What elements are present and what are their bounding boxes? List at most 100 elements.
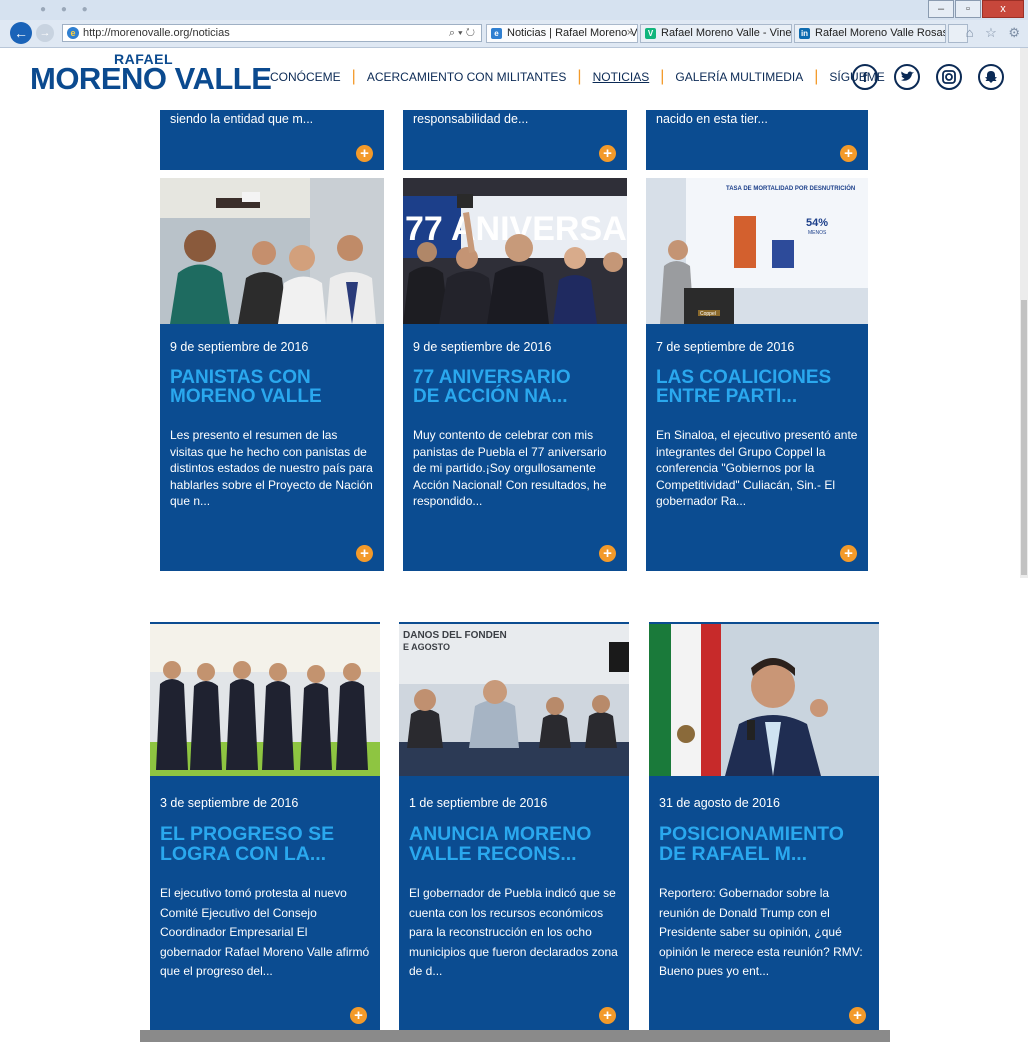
menu-separator: |	[660, 68, 665, 85]
linkedin-icon: in	[799, 28, 810, 39]
card-title-line: DE ACCIÓN NA...	[413, 386, 568, 407]
news-photo-anniversary[interactable]: 77 ANIVERSARIO	[403, 178, 627, 324]
main-menu: CONÓCEME | ACERCAMIENTO CON MILITANTES |…	[270, 68, 885, 85]
plus-icon[interactable]: +	[350, 1007, 367, 1024]
facebook-icon[interactable]: f	[852, 64, 878, 90]
card-title[interactable]: EL PROGRESO SE LOGRA CON LA...	[160, 824, 372, 864]
card-excerpt: nacido en esta tier...	[656, 112, 768, 126]
screenshot-gap	[0, 578, 1028, 618]
card-excerpt: responsabilidad de...	[413, 112, 529, 126]
news-photo-governor[interactable]	[649, 624, 879, 776]
card-excerpt: Reportero: Gobernador sobre la reunión d…	[659, 886, 863, 978]
plus-icon[interactable]: +	[840, 145, 857, 162]
plus-icon[interactable]: +	[849, 1007, 866, 1024]
ie-icon: e	[67, 27, 79, 39]
card-title-line: 77 ANIVERSARIO	[413, 367, 571, 388]
news-photo-selfie[interactable]	[160, 178, 384, 324]
news-card[interactable]: 31 de agosto de 2016 POSICIONAMIENTO DE …	[649, 622, 879, 1042]
card-excerpt: siendo la entidad que m...	[170, 112, 314, 126]
scrollbar-thumb[interactable]	[1021, 300, 1027, 575]
tab-linkedin[interactable]: in Rafael Moreno Valle Rosas | S...	[794, 24, 946, 43]
plus-icon[interactable]: +	[840, 545, 857, 562]
quick-access-icons: ● ● ●	[40, 4, 94, 15]
browser-chrome: ● ● ● – ▫ x ← → e http://morenovalle.org…	[0, 0, 1028, 48]
banner-text: DANOS DEL FONDEN	[403, 630, 507, 641]
card-date: 1 de septiembre de 2016	[409, 796, 548, 810]
address-bar[interactable]: e http://morenovalle.org/noticias ⌕ ▾ ↻	[62, 24, 482, 42]
plus-icon[interactable]: +	[356, 145, 373, 162]
window-controls: – ▫ x	[927, 0, 1024, 18]
site-header: RAFAEL MORENO VALLE CONÓCEME | ACERCAMIE…	[0, 48, 1028, 115]
plus-icon[interactable]: +	[599, 145, 616, 162]
minimize-button[interactable]: –	[928, 0, 954, 18]
home-favorites-settings-icons[interactable]: ⌂ ☆ ⚙	[966, 25, 1024, 41]
tab-label: Noticias | Rafael Moreno V...	[507, 27, 638, 39]
instagram-icon[interactable]	[936, 64, 962, 90]
menu-item-conoceme[interactable]: CONÓCEME	[270, 70, 341, 84]
slide-title: TASA DE MORTALIDAD POR DESNUTRICIÓN	[726, 184, 855, 192]
card-title-line: PANISTAS CON	[170, 367, 311, 388]
menu-item-galeria[interactable]: GALERÍA MULTIMEDIA	[675, 70, 803, 84]
ie-tab-icon: e	[491, 28, 502, 39]
news-photo-meeting[interactable]: DANOS DEL FONDEN E AGOSTO	[399, 624, 629, 776]
card-title[interactable]: LAS COALICIONES ENTRE PARTI...	[656, 368, 860, 406]
plus-icon[interactable]: +	[356, 545, 373, 562]
news-card[interactable]: 3 de septiembre de 2016 EL PROGRESO SE L…	[150, 622, 380, 1042]
news-card-partial[interactable]: nacido en esta tier... +	[646, 110, 868, 170]
card-excerpt: Les presento el resumen de las visitas q…	[170, 428, 373, 508]
news-card[interactable]: 9 de septiembre de 2016 PANISTAS CON MOR…	[160, 178, 384, 571]
navigation-row: ← → e http://morenovalle.org/noticias ⌕ …	[0, 21, 1028, 46]
card-title-line: LOGRA CON LA...	[160, 843, 327, 865]
news-photo-group[interactable]	[150, 624, 380, 776]
back-button[interactable]: ←	[10, 22, 32, 44]
card-title[interactable]: ANUNCIA MORENO VALLE RECONS...	[409, 824, 621, 864]
forward-button[interactable]: →	[36, 24, 54, 42]
card-title-line: EL PROGRESO SE	[160, 823, 335, 845]
vine-icon: V	[645, 28, 656, 39]
maximize-button[interactable]: ▫	[955, 0, 981, 18]
twitter-icon[interactable]	[894, 64, 920, 90]
card-excerpt: El gobernador de Puebla indicó que se cu…	[409, 886, 618, 978]
menu-item-acercamiento[interactable]: ACERCAMIENTO CON MILITANTES	[367, 70, 567, 84]
card-date: 31 de agosto de 2016	[659, 796, 780, 810]
news-card[interactable]: TASA DE MORTALIDAD POR DESNUTRICIÓN 54% …	[646, 178, 868, 571]
card-title-line: DE RAFAEL M...	[659, 843, 808, 865]
news-card[interactable]: DANOS DEL FONDEN E AGOSTO 1 de septiembr…	[399, 622, 629, 1042]
news-card-partial[interactable]: responsabilidad de... +	[403, 110, 627, 170]
plus-icon[interactable]: +	[599, 1007, 616, 1024]
slide-stat: 54%	[806, 217, 828, 229]
news-card[interactable]: 77 ANIVERSARIO 9 de septiembre de 2016 7…	[403, 178, 627, 571]
snapchat-icon[interactable]	[978, 64, 1004, 90]
tab-noticias[interactable]: e Noticias | Rafael Moreno V... ×	[486, 24, 638, 43]
close-tab-icon[interactable]: ×	[627, 25, 633, 42]
close-window-button[interactable]: x	[982, 0, 1024, 18]
tab-label: Rafael Moreno Valle Rosas | S...	[815, 27, 946, 39]
card-date: 7 de septiembre de 2016	[656, 340, 795, 354]
search-refresh-icons[interactable]: ⌕ ▾ ↻	[449, 25, 475, 41]
tab-label: Rafael Moreno Valle - Vine	[661, 27, 792, 39]
menu-separator: |	[577, 68, 582, 85]
plus-icon[interactable]: +	[599, 545, 616, 562]
card-date: 3 de septiembre de 2016	[160, 796, 299, 810]
slide-stat-label: MENOS	[808, 230, 827, 236]
card-title[interactable]: POSICIONAMIENTO DE RAFAEL M...	[659, 824, 871, 864]
card-title-line: ANUNCIA MORENO	[409, 823, 592, 845]
card-title-line: POSICIONAMIENTO	[659, 823, 844, 845]
bottom-scroll-area	[140, 1030, 890, 1042]
card-excerpt: Muy contento de celebrar con mis panista…	[413, 428, 607, 508]
menu-separator: |	[351, 68, 356, 85]
card-excerpt: En Sinaloa, el ejecutivo presentó ante i…	[656, 428, 858, 508]
card-title-line: LAS COALICIONES	[656, 367, 832, 388]
menu-item-noticias[interactable]: NOTICIAS	[593, 70, 650, 84]
card-title[interactable]: PANISTAS CON MORENO VALLE	[170, 368, 376, 406]
card-title[interactable]: 77 ANIVERSARIO DE ACCIÓN NA...	[413, 368, 619, 406]
card-title-line: MORENO VALLE	[170, 386, 322, 407]
banner-text: E AGOSTO	[403, 642, 450, 652]
url-text: http://morenovalle.org/noticias	[83, 27, 230, 39]
logo-last-name[interactable]: MORENO VALLE	[30, 61, 272, 97]
news-photo-conference[interactable]: TASA DE MORTALIDAD POR DESNUTRICIÓN 54% …	[646, 178, 868, 324]
podium-label: Coppel	[700, 311, 716, 317]
news-card-partial[interactable]: siendo la entidad que m... +	[160, 110, 384, 170]
title-bar: ● ● ● – ▫ x	[0, 0, 1028, 20]
tab-vine[interactable]: V Rafael Moreno Valle - Vine	[640, 24, 792, 43]
